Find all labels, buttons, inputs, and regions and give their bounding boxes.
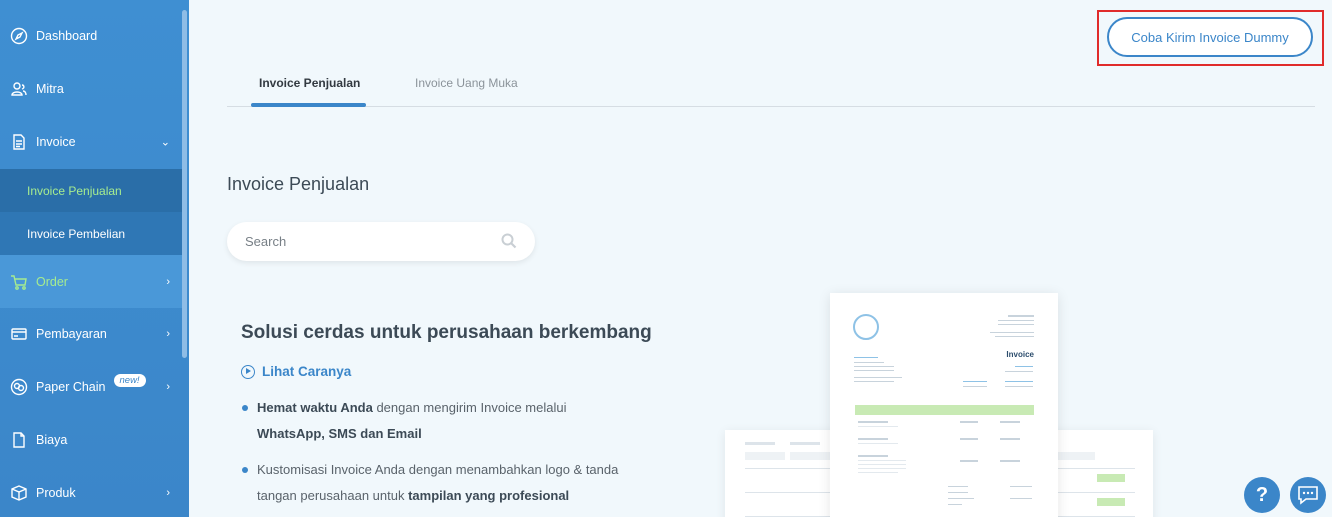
sidebar-item-label: Invoice bbox=[36, 134, 76, 149]
box-icon bbox=[10, 484, 28, 502]
play-icon bbox=[241, 364, 255, 379]
invoice-document-illustration: Invoice bbox=[830, 293, 1058, 517]
see-how-label: Lihat Caranya bbox=[262, 364, 352, 379]
tab-invoice-uang-muka[interactable]: Invoice Uang Muka bbox=[415, 76, 518, 90]
sidebar-item-label: Order bbox=[36, 274, 68, 289]
tab-invoice-penjualan[interactable]: Invoice Penjualan bbox=[259, 76, 360, 90]
search-input[interactable] bbox=[245, 234, 495, 249]
chevron-down-icon: ⌄ bbox=[160, 136, 170, 148]
sidebar-item-label: Paper Chain bbox=[36, 379, 106, 394]
sidebar-subitem-label: Invoice Pembelian bbox=[27, 226, 126, 241]
cart-icon bbox=[10, 273, 28, 291]
promo-bullet: Hemat waktu Anda dengan mengirim Invoice… bbox=[241, 395, 641, 447]
promo-headline: Solusi cerdas untuk perusahaan berkemban… bbox=[241, 322, 652, 343]
sidebar-item-label: Biaya bbox=[36, 432, 68, 447]
users-icon bbox=[10, 80, 28, 98]
promo-bullet: Kustomisasi Invoice Anda dengan menambah… bbox=[241, 457, 641, 509]
sidebar-item-biaya[interactable]: Biaya bbox=[0, 413, 182, 466]
bullet-bold-text: WhatsApp, SMS dan Email bbox=[257, 426, 422, 441]
sidebar-subitem-label: Invoice Penjualan bbox=[27, 183, 122, 198]
sidebar-subitem-invoice-penjualan[interactable]: Invoice Penjualan bbox=[0, 169, 182, 212]
page-title: Invoice Penjualan bbox=[227, 174, 370, 194]
chevron-right-icon: › bbox=[166, 380, 170, 393]
sidebar-item-label: Mitra bbox=[36, 81, 64, 96]
compass-icon bbox=[10, 27, 28, 45]
chain-icon bbox=[10, 378, 28, 396]
bullet-dot bbox=[242, 467, 248, 473]
highlight-box: Coba Kirim Invoice Dummy bbox=[1097, 10, 1324, 66]
bullet-dot bbox=[242, 405, 248, 411]
sidebar-item-label: Dashboard bbox=[36, 28, 98, 43]
chevron-right-icon: › bbox=[166, 275, 170, 288]
active-tab-indicator bbox=[251, 103, 366, 107]
sidebar-item-order[interactable]: Order › bbox=[0, 255, 182, 308]
sidebar-item-mitra[interactable]: Mitra bbox=[0, 62, 182, 115]
invoice-doc-title: Invoice bbox=[1006, 350, 1034, 359]
tab-bar: Invoice Penjualan Invoice Uang Muka bbox=[227, 60, 1315, 107]
receipt-icon bbox=[10, 431, 28, 449]
see-how-link[interactable]: Lihat Caranya bbox=[241, 364, 351, 379]
sidebar-item-invoice[interactable]: Invoice ⌄ bbox=[0, 115, 182, 168]
sidebar-item-produk[interactable]: Produk › bbox=[0, 466, 182, 517]
bullet-bold-text: tampilan yang profesional bbox=[408, 488, 570, 503]
help-button[interactable]: ? bbox=[1244, 477, 1280, 513]
sidebar-item-label: Produk bbox=[36, 485, 76, 500]
try-dummy-invoice-button[interactable]: Coba Kirim Invoice Dummy bbox=[1107, 17, 1313, 57]
sidebar: Dashboard Mitra Invoice ⌄ Invoice Penjua… bbox=[0, 0, 189, 517]
sidebar-item-pembayaran[interactable]: Pembayaran › bbox=[0, 307, 182, 360]
table-header-bar bbox=[855, 405, 1034, 415]
sidebar-item-dashboard[interactable]: Dashboard bbox=[0, 9, 182, 62]
logo-icon bbox=[853, 314, 879, 340]
search-bar bbox=[227, 222, 535, 261]
document-icon bbox=[10, 133, 28, 151]
bullet-bold-text: Hemat waktu Anda bbox=[257, 400, 373, 415]
sidebar-scrollbar[interactable] bbox=[182, 10, 187, 358]
new-badge: new! bbox=[113, 374, 146, 387]
sidebar-item-paper-chain[interactable]: Paper Chain new! › bbox=[0, 360, 182, 413]
search-icon[interactable] bbox=[501, 233, 517, 254]
bullet-text: dengan mengirim Invoice melalui bbox=[372, 400, 567, 415]
chevron-right-icon: › bbox=[166, 327, 170, 340]
sidebar-item-label: Pembayaran bbox=[36, 326, 107, 341]
chat-button[interactable] bbox=[1290, 477, 1326, 513]
sidebar-subitem-invoice-pembelian[interactable]: Invoice Pembelian bbox=[0, 212, 182, 255]
chevron-right-icon: › bbox=[166, 486, 170, 499]
card-icon bbox=[10, 325, 28, 343]
chat-icon bbox=[1298, 486, 1318, 505]
